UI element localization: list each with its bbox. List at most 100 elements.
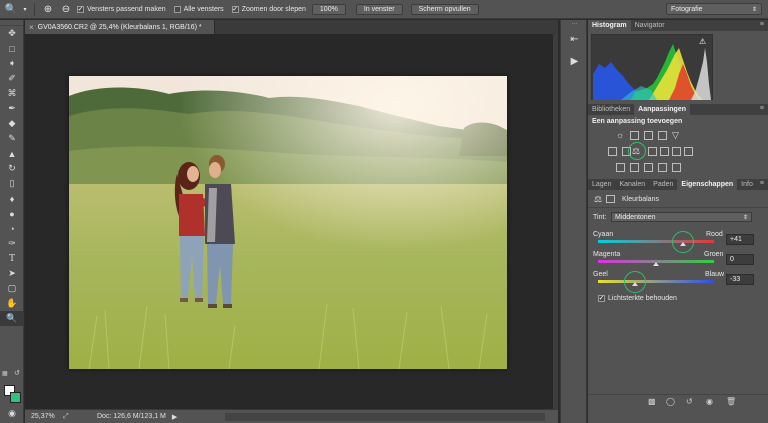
pen-tool-icon[interactable]: ✑: [0, 236, 24, 251]
tab-adjustments[interactable]: Aanpassingen: [634, 104, 690, 115]
histogram-tabs: Histogram Navigator ≡: [588, 20, 768, 31]
panel-grip-icon[interactable]: ···: [561, 20, 588, 28]
default-colors-icon[interactable]: ▦: [2, 370, 8, 377]
tab-info[interactable]: Info: [737, 179, 757, 190]
trash-icon[interactable]: 🗑: [726, 397, 736, 406]
properties-tabs: Lagen Kanalen Paden Eigenschappen Info ≡: [588, 179, 768, 190]
path-select-tool-icon[interactable]: ➤: [0, 266, 24, 281]
tint-value: Middentonen: [615, 213, 656, 221]
history-panel-icon[interactable]: ⇤: [561, 28, 588, 50]
magenta-green-value[interactable]: 0: [726, 254, 754, 265]
warning-icon[interactable]: ⚠: [699, 37, 706, 46]
zoom-level[interactable]: 25,37%: [25, 413, 55, 420]
type-tool-icon[interactable]: T: [0, 251, 24, 266]
mask-icon[interactable]: [606, 195, 615, 203]
dodge-tool-icon[interactable]: ◔: [0, 221, 24, 236]
color-lookup-icon[interactable]: [684, 147, 693, 156]
cyan-red-value[interactable]: +41: [726, 234, 754, 245]
invert-icon[interactable]: [616, 163, 625, 172]
history-brush-tool-icon[interactable]: ↻: [0, 161, 24, 176]
cyan-red-slider[interactable]: [598, 240, 714, 243]
quick-mask-icon[interactable]: ◉: [0, 406, 24, 421]
hand-tool-icon[interactable]: ✋: [0, 296, 24, 311]
posterize-icon[interactable]: [630, 163, 639, 172]
fit-screen-button[interactable]: In venster: [355, 3, 403, 15]
paint-bucket-tool-icon[interactable]: ♦: [0, 191, 24, 206]
export-icon[interactable]: ⤢: [63, 413, 77, 421]
brush-tool-icon[interactable]: ✎: [0, 131, 24, 146]
document-tab[interactable]: × GV0A3560.CR2 @ 25,4% (Kleurbalans 1, R…: [25, 20, 215, 34]
exposure-icon[interactable]: [658, 131, 667, 140]
canvas-area[interactable]: [25, 34, 553, 409]
magenta-green-thumb[interactable]: [653, 262, 659, 266]
selective-color-icon[interactable]: [658, 163, 667, 172]
panel-menu-icon[interactable]: ≡: [760, 105, 764, 112]
zoom-tool-icon[interactable]: 🔍: [0, 311, 24, 326]
tab-channels[interactable]: Kanalen: [615, 179, 649, 190]
channel-mixer-icon[interactable]: [672, 147, 681, 156]
tab-layers[interactable]: Lagen: [588, 179, 615, 190]
move-tool-icon[interactable]: ✥: [0, 26, 24, 41]
status-menu-arrow-icon[interactable]: ▶: [172, 413, 177, 421]
adjustments-title: Een aanpassing toevoegen: [592, 118, 683, 125]
clip-to-layer-icon[interactable]: ▩: [648, 397, 656, 406]
view-previous-icon[interactable]: ◯: [666, 397, 675, 406]
marquee-tool-icon[interactable]: □: [0, 41, 24, 56]
curves-icon[interactable]: [644, 131, 653, 140]
threshold-icon[interactable]: [644, 163, 653, 172]
visibility-eye-icon[interactable]: ◉: [706, 397, 713, 406]
tab-navigator[interactable]: Navigator: [631, 20, 669, 31]
healing-brush-tool-icon[interactable]: ◆: [0, 116, 24, 131]
brightness-contrast-icon[interactable]: ☼: [616, 130, 625, 140]
tab-libraries[interactable]: Bibliotheken: [588, 104, 634, 115]
gradient-triangle-icon[interactable]: ▽: [672, 130, 681, 140]
tab-paths[interactable]: Paden: [649, 179, 677, 190]
tab-histogram[interactable]: Histogram: [588, 20, 631, 31]
workspace-select[interactable]: Fotografie ⇕: [666, 3, 762, 15]
swap-colors-icon[interactable]: ↺: [14, 369, 20, 377]
zoom-100-button[interactable]: 100%: [311, 3, 346, 15]
vertical-scrollbar[interactable]: [553, 34, 558, 409]
quick-select-tool-icon[interactable]: ✐: [0, 71, 24, 86]
eraser-tool-icon[interactable]: ▯: [0, 176, 24, 191]
panel-menu-icon[interactable]: ≡: [760, 180, 764, 187]
black-white-icon[interactable]: [648, 147, 657, 156]
document-image[interactable]: [69, 76, 507, 369]
scrubby-zoom-label: Zoomen door slepen: [241, 5, 306, 13]
zoom-in-icon[interactable]: ⊕: [41, 2, 55, 16]
close-tab-icon[interactable]: ×: [29, 23, 34, 32]
background-color-swatch[interactable]: [10, 392, 21, 403]
all-windows-checkbox[interactable]: Alle vensters: [173, 5, 224, 13]
levels-icon[interactable]: [630, 131, 639, 140]
gradient-map-icon[interactable]: [672, 163, 681, 172]
divider: [588, 207, 768, 208]
scrubby-zoom-checkbox[interactable]: ✓ Zoomen door slepen: [231, 5, 306, 13]
horizontal-scrollbar[interactable]: [225, 413, 545, 421]
fill-screen-button[interactable]: Scherm opvullen: [410, 3, 479, 15]
yellow-blue-slider[interactable]: [598, 280, 714, 283]
color-swatches[interactable]: ▦ ↺: [2, 365, 22, 403]
actions-panel-icon[interactable]: ▶: [561, 50, 588, 72]
lasso-tool-icon[interactable]: ➧: [0, 56, 24, 71]
panel-menu-icon[interactable]: ≡: [760, 21, 764, 28]
fit-windows-checkbox[interactable]: ✓ Vensters passend maken: [77, 5, 166, 13]
clone-stamp-tool-icon[interactable]: ▲: [0, 146, 24, 161]
photo-filter-icon[interactable]: [660, 147, 669, 156]
status-bar: 25,37% ⤢ Doc: 126,6 M/123,1 M ▶: [25, 409, 558, 423]
blur-tool-icon[interactable]: ●: [0, 206, 24, 221]
preserve-luminosity-checkbox[interactable]: ✓ Lichtsterkte behouden: [598, 295, 677, 302]
zoom-tool-preset-icon[interactable]: 🔍: [4, 2, 18, 16]
tint-select[interactable]: Middentonen ⇕: [611, 212, 752, 222]
reset-icon[interactable]: ↺: [686, 397, 693, 406]
tab-properties[interactable]: Eigenschappen: [677, 179, 738, 190]
vibrance-icon[interactable]: [608, 147, 617, 156]
rectangle-tool-icon[interactable]: ▢: [0, 281, 24, 296]
dropdown-arrow-icon[interactable]: ▾: [22, 2, 28, 16]
yellow-blue-value[interactable]: -33: [726, 274, 754, 285]
tools-panel: ✥ □ ➧ ✐ ⌘ ✒ ◆ ✎ ▲ ↻ ▯ ♦ ● ◔ ✑ T ➤ ▢ ✋ 🔍 …: [0, 20, 24, 423]
zoom-out-icon[interactable]: ⊖: [59, 2, 73, 16]
color-balance-highlight-ring: [628, 142, 646, 160]
magenta-label: Magenta: [593, 251, 621, 258]
eyedropper-tool-icon[interactable]: ✒: [0, 101, 24, 116]
crop-tool-icon[interactable]: ⌘: [0, 86, 24, 101]
